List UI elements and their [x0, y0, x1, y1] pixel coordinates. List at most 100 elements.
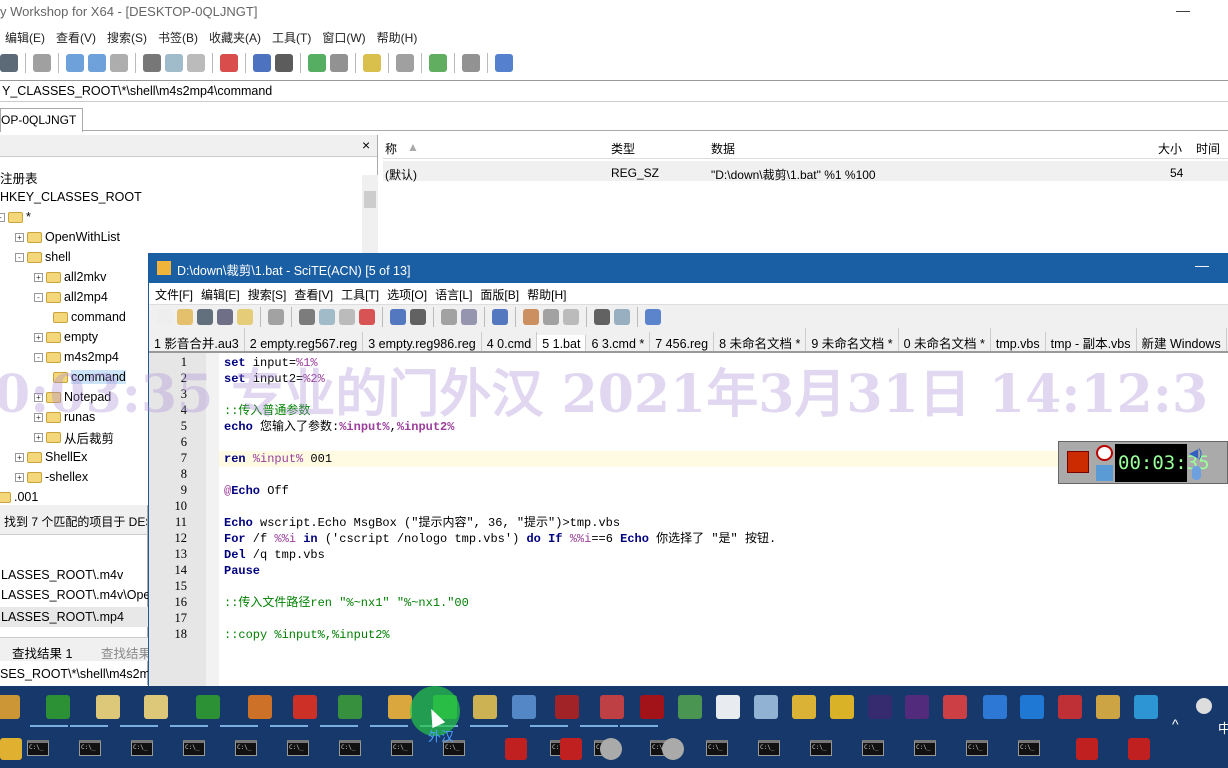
replace-icon[interactable] [461, 308, 477, 325]
tree-item[interactable]: + empty [34, 327, 98, 347]
menu-item[interactable]: 窗口(W) [317, 27, 371, 47]
idm-icon[interactable] [338, 695, 362, 719]
redo-icon[interactable] [275, 54, 293, 72]
expand-icon[interactable]: + [34, 332, 43, 342]
value-row[interactable]: (默认) REG_SZ "D:\down\裁剪\1.bat" %1 %100 5… [383, 161, 1228, 182]
build-icon[interactable] [543, 308, 559, 325]
expand-icon[interactable]: + [15, 232, 24, 242]
gear-app-icon[interactable] [1096, 695, 1120, 719]
ftp-icon[interactable] [792, 695, 816, 719]
search-result[interactable]: LASSES_ROOT\.mp4 [0, 607, 148, 627]
search-result[interactable]: LASSES_ROOT\.m4v\OpenWithList [0, 585, 148, 605]
editor-tab[interactable]: 7 456.reg [650, 332, 715, 351]
refresh-icon[interactable] [429, 54, 447, 72]
tree-item[interactable]: + Notepad [34, 387, 111, 407]
open-folder-icon[interactable] [237, 308, 253, 325]
scite-menu-item[interactable]: 选项[O] [384, 283, 432, 304]
run-icon[interactable] [492, 308, 508, 325]
app-icon[interactable] [830, 695, 854, 719]
scite-menu-item[interactable]: 面版[B] [477, 283, 524, 304]
editor-tab[interactable]: tmp.vbs [991, 332, 1046, 351]
console-window-icon[interactable]: C:\_ [183, 740, 205, 756]
tree-item[interactable]: command [53, 307, 126, 327]
record-icon[interactable] [293, 695, 317, 719]
usb-icon[interactable] [110, 54, 128, 72]
7zip-icon[interactable] [716, 695, 740, 719]
tab-computer[interactable]: OP-0QLJNGT [0, 108, 84, 132]
find-icon[interactable] [441, 308, 457, 325]
expand-icon[interactable]: + [34, 432, 43, 442]
menu-item[interactable]: 查看(V) [51, 27, 102, 47]
editor-tab[interactable]: 8 未命名文档 * [714, 328, 807, 351]
console-window-icon[interactable]: C:\_ [131, 740, 153, 756]
tree-item[interactable]: - shell [15, 247, 71, 267]
minimize-button[interactable]: — [1176, 2, 1190, 18]
editor-tab[interactable]: 1 影音合并.au3 [149, 328, 245, 351]
column-name[interactable]: 称 [385, 140, 397, 157]
editor-tab[interactable]: 6 3.cmd * [586, 332, 651, 351]
menu-item[interactable]: 搜索(S) [102, 27, 153, 47]
tray-chevron-icon[interactable]: ^ [1172, 716, 1179, 732]
console-window-icon[interactable]: C:\_ [966, 740, 988, 756]
column-data[interactable]: 数据 [711, 140, 735, 157]
remote-app-icon[interactable] [560, 738, 582, 760]
search-app-icon[interactable] [248, 695, 272, 719]
editor-tab[interactable]: 0 未命名文档 * [899, 328, 991, 351]
address-bar[interactable]: Y_CLASSES_ROOT\*\shell\m4s2mp4\command [0, 80, 1228, 102]
paste-icon[interactable] [339, 308, 355, 325]
expand-icon[interactable]: + [34, 412, 43, 422]
filezilla-icon[interactable] [640, 695, 664, 719]
code-line[interactable]: Del /q tmp.vbs [224, 547, 325, 563]
pause-button[interactable] [1096, 465, 1113, 481]
copy-icon[interactable] [165, 54, 183, 72]
console-window-icon[interactable]: C:\_ [706, 740, 728, 756]
close-icon[interactable]: × [362, 137, 370, 153]
console-window-icon[interactable]: C:\_ [287, 740, 309, 756]
delete-icon[interactable] [220, 54, 238, 72]
editor-tab[interactable]: 新建 Windows [1137, 328, 1227, 351]
back-icon[interactable] [308, 54, 326, 72]
redo-icon[interactable] [410, 308, 426, 325]
tab-search-result-1[interactable]: 查找结果 1 [12, 643, 72, 662]
menu-item[interactable]: 编辑(E) [0, 27, 51, 47]
expand-icon[interactable]: + [15, 472, 24, 482]
tree-item[interactable]: + ShellEx [15, 447, 87, 467]
nox64-icon[interactable] [905, 695, 929, 719]
tree-item[interactable]: + 从后裁剪 [34, 427, 114, 447]
pinned-app-icon[interactable] [0, 738, 22, 760]
column-type[interactable]: 类型 [611, 140, 635, 157]
editor-tab[interactable]: 2 empty.reg567.reg [245, 332, 364, 351]
scite-menu-item[interactable]: 文件[F] [152, 283, 198, 304]
camera-icon[interactable] [33, 54, 51, 72]
cluster-icon[interactable] [983, 695, 1007, 719]
tree-item[interactable]: command [53, 367, 126, 387]
console-window-icon[interactable]: C:\_ [758, 740, 780, 756]
undo-icon[interactable] [253, 54, 271, 72]
tree-item[interactable]: + runas [34, 407, 95, 427]
menu-item[interactable]: 书签(B) [153, 27, 204, 47]
console-window-icon[interactable]: C:\_ [862, 740, 884, 756]
remote-app-icon[interactable] [1076, 738, 1098, 760]
expand-icon[interactable]: + [34, 392, 43, 402]
console-window-icon[interactable]: C:\_ [1018, 740, 1040, 756]
nox-icon[interactable] [868, 695, 892, 719]
settings-icon[interactable] [462, 54, 480, 72]
speaker-icon[interactable]: ◀) [1189, 446, 1202, 460]
code-line[interactable]: Pause [224, 563, 260, 579]
copy-icon[interactable] [319, 308, 335, 325]
console-window-icon[interactable]: C:\_ [810, 740, 832, 756]
code-line[interactable]: ::传入普通参数 [224, 403, 310, 419]
expand-icon[interactable]: + [34, 272, 43, 282]
autoit-window-icon[interactable] [662, 738, 684, 760]
menu-item[interactable]: 收藏夹(A) [204, 27, 267, 47]
code-line[interactable]: ::copy %input%,%input2% [224, 627, 390, 643]
collapse-icon[interactable]: - [15, 252, 24, 262]
code-line[interactable]: For /f %%i in ('cscript /nologo tmp.vbs'… [224, 531, 776, 547]
compile-icon[interactable] [523, 308, 539, 325]
search-result[interactable]: LASSES_ROOT\.m4v [0, 565, 148, 585]
remote-app-icon[interactable] [1128, 738, 1150, 760]
red-app-icon[interactable] [943, 695, 967, 719]
scite-menu-item[interactable]: 帮助[H] [524, 283, 571, 304]
scite-menu-item[interactable]: 语言[L] [432, 283, 477, 304]
tree-item[interactable]: - m4s2mp4 [34, 347, 119, 367]
